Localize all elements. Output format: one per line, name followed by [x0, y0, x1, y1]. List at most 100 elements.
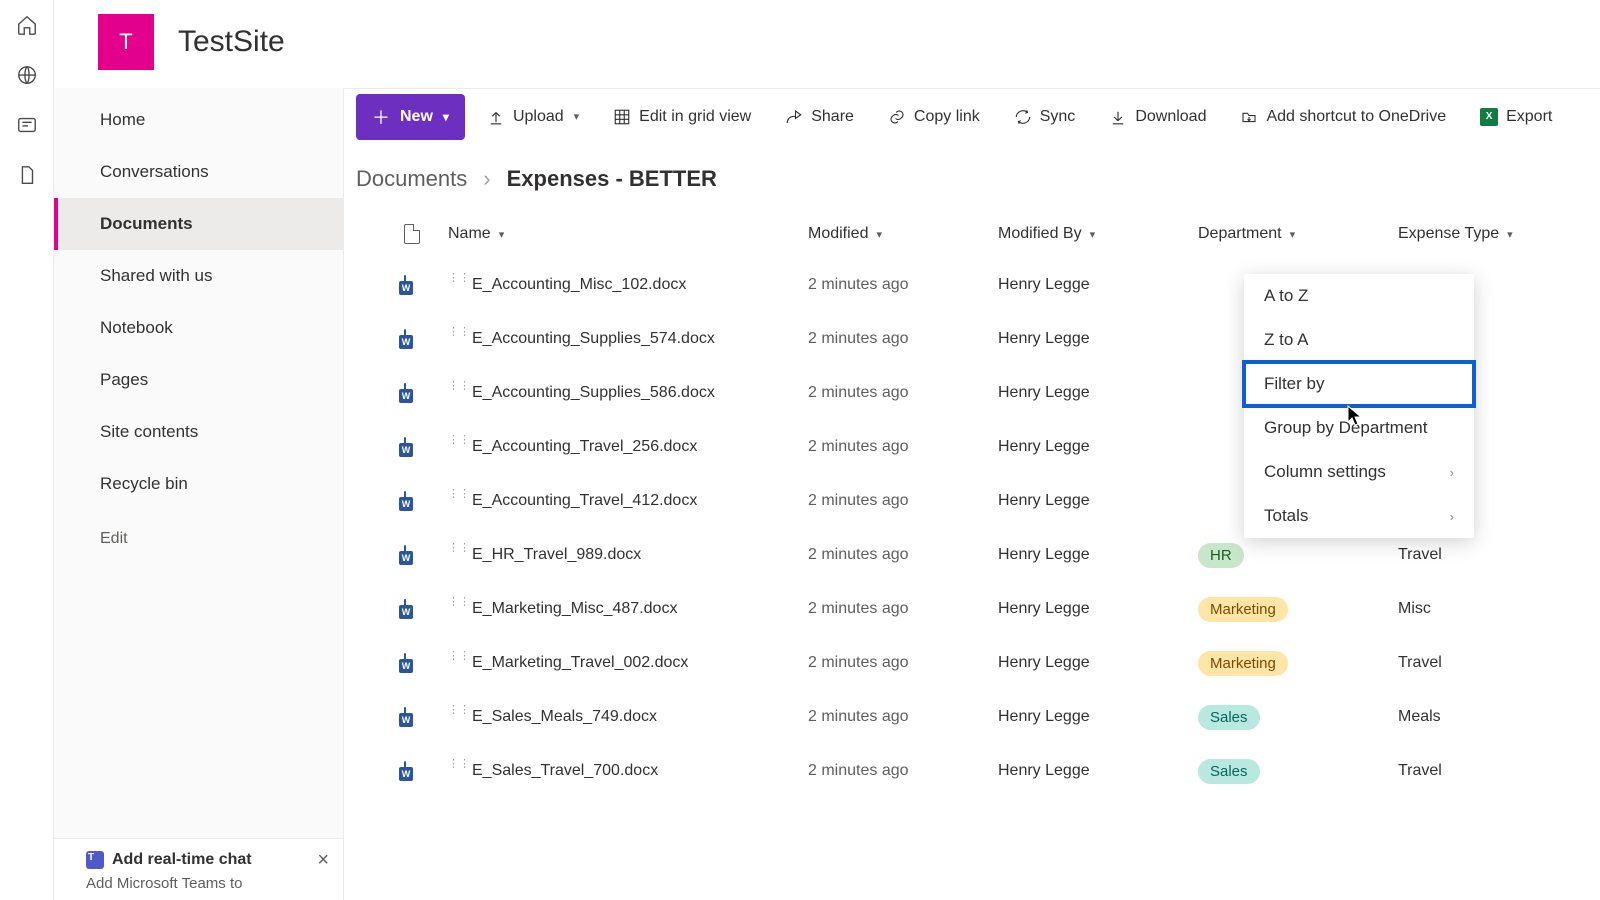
column-settings[interactable]: Column settings › [1244, 450, 1474, 494]
sidebar: HomeConversationsDocumentsShared with us… [54, 88, 344, 900]
sidebar-item-recycle-bin[interactable]: Recycle bin [54, 458, 343, 510]
sidebar-edit[interactable]: Edit [54, 510, 343, 564]
sidebar-item-home[interactable]: Home [54, 94, 343, 146]
sort-za[interactable]: Z to A [1244, 318, 1474, 362]
new-indicator-icon: ⋮⋮ [448, 380, 470, 392]
site-initial: T [119, 29, 132, 55]
modified-cell: 2 minutes ago [808, 762, 998, 780]
doc-icon [404, 330, 448, 348]
upload-label: Upload [513, 108, 564, 126]
table-row[interactable]: ⋮⋮E_Sales_Travel_700.docx2 minutes agoHe… [344, 744, 1600, 798]
chat-promo-title-text: Add real-time chat [112, 851, 252, 869]
main: ＋ New ▾ Upload ▾ Edit in grid view Share… [344, 88, 1600, 900]
shortcut-label: Add shortcut to OneDrive [1266, 108, 1446, 126]
table-header: Name▾ Modified▾ Modified By▾ Department ▾… [344, 210, 1600, 258]
department-cell: Sales [1198, 705, 1398, 730]
globe-icon[interactable] [16, 64, 38, 86]
file-name[interactable]: ⋮⋮E_Marketing_Travel_002.docx [448, 654, 808, 672]
column-department-label: Department [1198, 225, 1282, 243]
file-name[interactable]: ⋮⋮E_Accounting_Supplies_586.docx [448, 384, 808, 402]
new-indicator-icon: ⋮⋮ [448, 650, 470, 662]
modified-by-cell: Henry Legge [998, 600, 1198, 618]
modified-cell: 2 minutes ago [808, 438, 998, 456]
modified-cell: 2 minutes ago [808, 708, 998, 726]
modified-by-cell: Henry Legge [998, 276, 1198, 294]
file-name[interactable]: ⋮⋮E_Accounting_Travel_256.docx [448, 438, 808, 456]
site-header: T TestSite [54, 0, 754, 88]
grid-view-button[interactable]: Edit in grid view [601, 100, 763, 134]
download-button[interactable]: Download [1097, 100, 1218, 134]
breadcrumb-root[interactable]: Documents [356, 166, 467, 192]
file-name[interactable]: ⋮⋮E_Marketing_Misc_487.docx [448, 600, 808, 618]
home-icon[interactable] [16, 14, 38, 36]
column-modified-by-label: Modified By [998, 225, 1082, 243]
grid-label: Edit in grid view [639, 108, 751, 126]
modified-by-cell: Henry Legge [998, 546, 1198, 564]
column-name-label: Name [448, 225, 491, 243]
column-expense-type-label: Expense Type [1398, 225, 1499, 243]
sort-az[interactable]: A to Z [1244, 274, 1474, 318]
department-cell: Marketing [1198, 651, 1398, 676]
shortcut-button[interactable]: Add shortcut to OneDrive [1228, 100, 1458, 134]
sync-button[interactable]: Sync [1002, 100, 1088, 134]
export-button[interactable]: X Export [1468, 100, 1564, 134]
modified-cell: 2 minutes ago [808, 600, 998, 618]
column-modified[interactable]: Modified▾ [808, 225, 998, 243]
upload-button[interactable]: Upload ▾ [475, 100, 591, 134]
expense-type-cell: Travel [1398, 762, 1578, 780]
copy-link-button[interactable]: Copy link [876, 100, 992, 134]
file-name[interactable]: ⋮⋮E_HR_Travel_989.docx [448, 546, 808, 564]
filter-by[interactable]: Filter by [1244, 362, 1474, 406]
sync-label: Sync [1040, 108, 1076, 126]
chevron-right-icon: › [1450, 465, 1454, 480]
doc-icon [404, 384, 448, 402]
doc-icon [404, 276, 448, 294]
column-settings-label: Column settings [1264, 462, 1386, 482]
news-icon[interactable] [16, 114, 38, 136]
share-button[interactable]: Share [773, 100, 866, 134]
column-type[interactable] [404, 224, 448, 244]
chat-promo-title[interactable]: Add real-time chat [86, 851, 325, 869]
column-modified-by[interactable]: Modified By▾ [998, 225, 1198, 243]
sidebar-item-pages[interactable]: Pages [54, 354, 343, 406]
new-indicator-icon: ⋮⋮ [448, 596, 470, 608]
sidebar-item-notebook[interactable]: Notebook [54, 302, 343, 354]
site-title[interactable]: TestSite [178, 25, 285, 59]
new-button[interactable]: ＋ New ▾ [356, 94, 465, 140]
app-rail [0, 0, 54, 900]
modified-by-cell: Henry Legge [998, 384, 1198, 402]
file-name[interactable]: ⋮⋮E_Accounting_Misc_102.docx [448, 276, 808, 294]
column-name[interactable]: Name▾ [448, 225, 808, 243]
chevron-right-icon: › [483, 166, 490, 192]
column-department[interactable]: Department ▾ [1198, 225, 1398, 243]
modified-by-cell: Henry Legge [998, 492, 1198, 510]
table-row[interactable]: ⋮⋮E_Sales_Meals_749.docx2 minutes agoHen… [344, 690, 1600, 744]
chevron-down-icon: ▾ [1290, 228, 1296, 241]
site-logo[interactable]: T [98, 14, 154, 70]
file-name[interactable]: ⋮⋮E_Accounting_Supplies_574.docx [448, 330, 808, 348]
column-modified-label: Modified [808, 225, 868, 243]
teams-icon [86, 851, 104, 869]
sidebar-item-site-contents[interactable]: Site contents [54, 406, 343, 458]
sidebar-item-documents[interactable]: Documents [54, 198, 343, 250]
sidebar-item-conversations[interactable]: Conversations [54, 146, 343, 198]
file-name[interactable]: ⋮⋮E_Sales_Meals_749.docx [448, 708, 808, 726]
column-expense-type[interactable]: Expense Type▾ [1398, 225, 1578, 243]
doc-icon [404, 492, 448, 510]
table-row[interactable]: ⋮⋮E_Marketing_Misc_487.docx2 minutes ago… [344, 582, 1600, 636]
new-indicator-icon: ⋮⋮ [448, 758, 470, 770]
toolbar: ＋ New ▾ Upload ▾ Edit in grid view Share… [344, 88, 1600, 144]
table-row[interactable]: ⋮⋮E_Marketing_Travel_002.docx2 minutes a… [344, 636, 1600, 690]
file-name[interactable]: ⋮⋮E_Sales_Travel_700.docx [448, 762, 808, 780]
doc-icon [404, 654, 448, 672]
file-name[interactable]: ⋮⋮E_Accounting_Travel_412.docx [448, 492, 808, 510]
sidebar-item-shared-with-us[interactable]: Shared with us [54, 250, 343, 302]
new-indicator-icon: ⋮⋮ [448, 542, 470, 554]
files-icon[interactable] [16, 164, 38, 186]
modified-by-cell: Henry Legge [998, 708, 1198, 726]
modified-by-cell: Henry Legge [998, 654, 1198, 672]
chevron-down-icon: ▾ [443, 110, 449, 124]
close-icon[interactable]: × [317, 849, 329, 872]
totals[interactable]: Totals› [1244, 494, 1474, 538]
expense-type-cell: Travel [1398, 654, 1578, 672]
